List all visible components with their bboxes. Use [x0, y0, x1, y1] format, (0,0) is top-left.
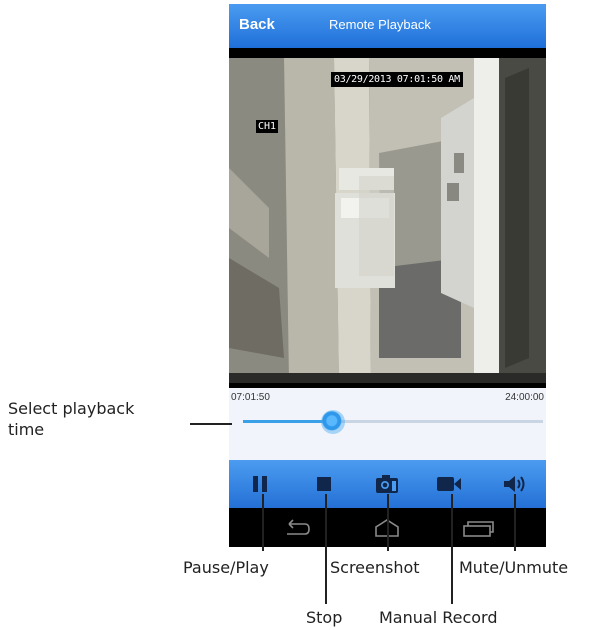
screenshot-button[interactable] — [375, 474, 398, 494]
stop-callout: Stop — [306, 608, 343, 627]
current-time: 07:01:50 — [231, 392, 270, 403]
manual-record-leader-line — [451, 494, 453, 604]
stop-button[interactable] — [314, 474, 336, 494]
video-camera-icon — [437, 477, 461, 491]
title-bar: Back Remote Playback — [229, 4, 546, 48]
timeline-progress — [243, 420, 333, 423]
playback-timeline: 07:01:50 24:00:00 — [229, 388, 546, 468]
channel-label: CH1 — [256, 120, 279, 133]
timeline-handle[interactable] — [321, 410, 345, 434]
pause-play-button[interactable] — [250, 474, 272, 494]
nav-back-button[interactable] — [281, 518, 311, 542]
back-arrow-icon — [287, 519, 310, 535]
select-time-leader-line — [190, 423, 232, 425]
manual-record-button[interactable] — [436, 474, 461, 494]
recent-apps-icon — [463, 521, 494, 537]
callout-label-line-2: time — [8, 420, 45, 439]
video-timestamp: 03/29/2013 07:01:50 AM — [331, 72, 463, 87]
nav-recent-button[interactable] — [461, 518, 495, 542]
select-playback-time-callout: Select playback time — [8, 398, 134, 440]
timeline-slider[interactable] — [243, 420, 543, 423]
stop-icon — [317, 477, 331, 491]
pause-play-callout: Pause/Play — [183, 558, 269, 577]
mute-unmute-callout: Mute/Unmute — [459, 558, 569, 577]
mute-unmute-button[interactable] — [502, 474, 525, 494]
speaker-icon — [504, 476, 525, 492]
back-button[interactable]: Back — [239, 16, 275, 33]
phone-screen: Back Remote Playback 03/29/2013 07:01:50… — [229, 4, 546, 547]
video-feed: 03/29/2013 07:01:50 AM CH1 — [229, 58, 546, 383]
page-title: Remote Playback — [329, 17, 431, 32]
manual-record-callout: Manual Record — [379, 608, 498, 627]
callout-label-line-1: Select playback — [8, 399, 135, 418]
screenshot-leader-line — [387, 494, 389, 551]
camera-icon — [376, 475, 398, 493]
pause-icon — [253, 476, 267, 492]
camera-scene — [229, 58, 546, 383]
screenshot-callout: Screenshot — [330, 558, 420, 577]
mute-unmute-leader-line — [514, 494, 516, 551]
stop-leader-line — [325, 494, 327, 604]
end-time: 24:00:00 — [505, 392, 544, 403]
pause-play-leader-line — [262, 494, 264, 551]
